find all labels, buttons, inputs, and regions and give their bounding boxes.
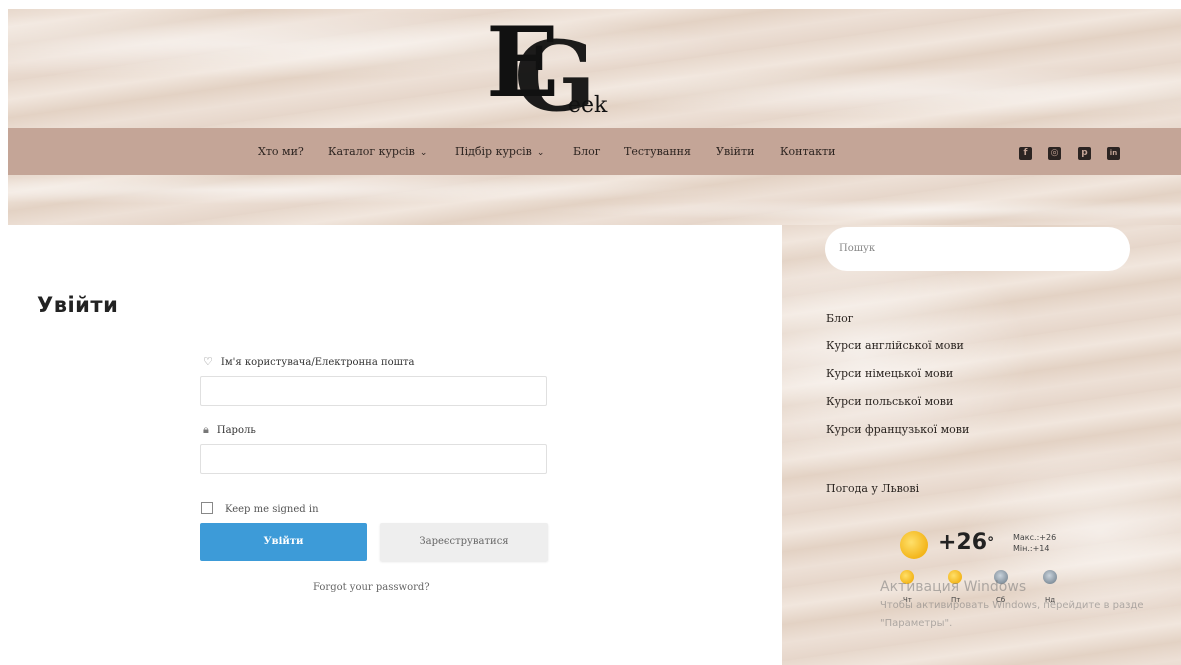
sidebar <box>782 225 1181 665</box>
cloud-icon <box>1043 570 1057 584</box>
header-banner <box>8 175 1181 225</box>
windows-activation-text-2: "Параметры". <box>880 618 953 629</box>
weather-min: Мін.:+14 <box>1013 544 1050 553</box>
heart-icon: ♡ <box>203 355 213 368</box>
page-title: Увійти <box>37 293 119 317</box>
windows-activation-title: Активация Windows <box>880 579 1027 595</box>
nav-item-testing[interactable]: Тестування <box>624 145 691 158</box>
sidebar-link-english[interactable]: Курси англійської мови <box>826 339 964 352</box>
username-label-text: Ім'я користувача/Електронна пошта <box>220 357 415 368</box>
remember-label: Keep me signed in <box>225 504 319 515</box>
remember-me[interactable]: Keep me signed in <box>201 502 319 515</box>
logo-tail: eek <box>568 93 608 118</box>
password-label: 🔒︎ Пароль <box>203 423 256 437</box>
chevron-down-icon: ⌄ <box>536 148 545 158</box>
nav-item-label: Контакти <box>780 145 836 158</box>
forgot-password-link[interactable]: Forgot your password? <box>313 582 430 593</box>
nav-item-course-selection[interactable]: Підбір курсів ⌄ <box>455 145 544 158</box>
site-header: E G eek <box>8 9 1181 128</box>
password-label-text: Пароль <box>216 425 256 436</box>
username-label: ♡ Ім'я користувача/Електронна пошта <box>203 355 414 368</box>
windows-activation-text: Чтобы активировать Windows, перейдите в … <box>880 600 1144 611</box>
site-logo[interactable]: E G eek <box>486 15 626 125</box>
search-input[interactable]: Пошук <box>825 227 1130 271</box>
register-button[interactable]: Зареєструватися <box>380 523 548 561</box>
temperature-value: +26 <box>938 530 988 555</box>
nav-item-label: Блог <box>573 145 601 158</box>
nav-item-label: Підбір курсів <box>455 145 532 158</box>
linkedin-icon[interactable]: in <box>1107 147 1120 160</box>
instagram-icon[interactable]: ◎ <box>1048 147 1061 160</box>
lock-icon: 🔒︎ <box>203 423 209 436</box>
weather-temperature: +26° <box>938 530 994 555</box>
nav-item-about[interactable]: Хто ми? <box>258 145 304 158</box>
nav-item-login[interactable]: Увійти <box>716 145 754 158</box>
sidebar-link-german[interactable]: Курси німецької мови <box>826 367 953 380</box>
weather-title: Погода у Львові <box>826 482 920 495</box>
sidebar-link-french[interactable]: Курси французької мови <box>826 423 969 436</box>
nav-item-label: Увійти <box>716 145 755 158</box>
sidebar-link-blog[interactable]: Блог <box>826 312 853 325</box>
nav-item-contacts[interactable]: Контакти <box>780 145 835 158</box>
weather-max: Макс.:+26 <box>1013 533 1057 542</box>
remember-checkbox[interactable] <box>201 502 213 514</box>
nav-item-label: Тестування <box>624 145 691 158</box>
login-button[interactable]: Увійти <box>200 523 367 561</box>
sun-icon <box>900 531 928 559</box>
chevron-down-icon: ⌄ <box>419 148 428 158</box>
password-input[interactable] <box>200 444 547 474</box>
weather-min-max: Макс.:+26 Мін.:+14 <box>1013 532 1056 554</box>
temperature-unit: ° <box>987 535 995 551</box>
username-input[interactable] <box>200 376 547 406</box>
nav-item-label: Каталог курсів <box>328 145 415 158</box>
facebook-icon[interactable]: f <box>1019 147 1032 160</box>
sidebar-link-polish[interactable]: Курси польської мови <box>826 395 953 408</box>
nav-item-blog[interactable]: Блог <box>573 145 600 158</box>
nav-item-catalog[interactable]: Каталог курсів ⌄ <box>328 145 427 158</box>
pinterest-icon[interactable]: p <box>1078 147 1091 160</box>
nav-item-label: Хто ми? <box>258 145 304 158</box>
